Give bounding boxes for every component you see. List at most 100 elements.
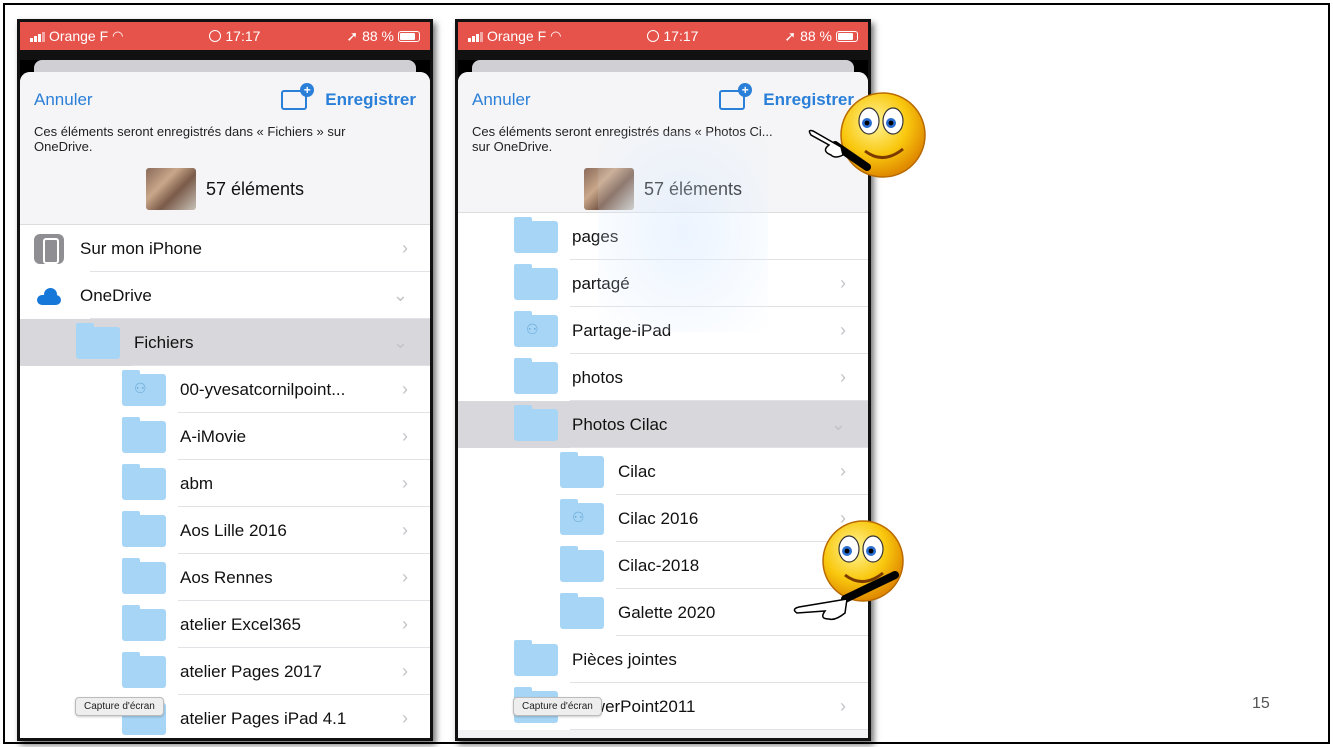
folder-label: Aos Lille 2016 <box>180 520 287 540</box>
item-summary: 57 éléments <box>34 154 416 224</box>
folder-row[interactable]: Partage-iPad › <box>458 307 868 354</box>
chevron-right-icon[interactable]: › <box>402 379 408 400</box>
folder-icon <box>514 404 558 441</box>
chevron-right-icon[interactable]: › <box>402 708 408 729</box>
chevron-right-icon[interactable]: › <box>402 614 408 635</box>
folder-label: Cilac <box>618 461 656 481</box>
folder-icon <box>122 510 166 547</box>
folder-row[interactable]: Sur mon iPhone › <box>20 225 430 272</box>
folder-row[interactable]: A-iMovie › <box>20 413 430 460</box>
location-icon: ➚ <box>346 27 359 44</box>
onedrive-cloud-icon <box>34 287 64 305</box>
chevron-right-icon[interactable]: › <box>402 661 408 682</box>
battery-label: 88 % <box>800 28 832 44</box>
chevron-down-icon[interactable]: ⌄ <box>393 285 408 306</box>
folder-row[interactable]: partagé › <box>458 260 868 307</box>
folder-icon <box>514 263 558 300</box>
folder-row[interactable]: Aos Rennes › <box>20 554 430 601</box>
folder-list: pages partagé › Partage-iPad › photos › Photos … <box>458 212 868 730</box>
chevron-right-icon[interactable]: › <box>840 461 846 482</box>
folder-icon <box>560 545 604 582</box>
folder-icon <box>76 322 120 359</box>
folder-row[interactable]: Cilac › <box>458 448 868 495</box>
folder-icon <box>122 557 166 594</box>
folder-row[interactable]: pages <box>458 213 868 260</box>
photo-thumbnail <box>583 168 634 210</box>
smiley-pointer-icon <box>808 92 926 178</box>
smiley-pointer-icon <box>793 520 904 621</box>
folder-label: partagé <box>572 273 630 293</box>
iphone-icon <box>34 233 64 264</box>
folder-row[interactable]: abm › <box>20 460 430 507</box>
folder-row[interactable]: Fichiers ⌄ <box>20 319 430 366</box>
folder-icon <box>122 651 166 688</box>
item-count: 57 éléments <box>643 178 743 199</box>
folder-label: atelier Pages iPad 4.1 <box>180 708 347 728</box>
folder-icon <box>122 604 166 641</box>
photo-thumbnail <box>145 168 196 210</box>
chevron-down-icon[interactable]: ⌄ <box>831 414 846 435</box>
signal-icon <box>468 31 483 42</box>
chevron-right-icon[interactable]: › <box>840 273 846 294</box>
folder-icon <box>514 357 558 394</box>
folder-row[interactable]: OneDrive ⌄ <box>20 272 430 319</box>
folder-row[interactable]: Aos Lille 2016 › <box>20 507 430 554</box>
status-bar: Orange F ◠ 17:17 ➚ 88 % <box>458 22 868 50</box>
status-bar: Orange F ◠ 17:17 ➚ 88 % <box>20 22 430 50</box>
left-phone-screenshot: Orange F ◠ 17:17 ➚ 88 % Annuler E <box>17 19 433 741</box>
new-folder-icon[interactable] <box>281 83 315 110</box>
folder-label: OneDrive <box>80 285 152 305</box>
slide-number: 15 <box>1252 695 1270 712</box>
shared-folder-icon <box>514 310 558 347</box>
folder-label: Partage-iPad <box>572 320 672 340</box>
chevron-right-icon[interactable]: › <box>402 567 408 588</box>
chevron-right-icon[interactable]: › <box>402 473 408 494</box>
alarm-icon <box>209 30 222 42</box>
chevron-right-icon[interactable]: › <box>402 426 408 447</box>
folder-icon <box>514 216 558 253</box>
folder-row[interactable]: 00-yvesatcornilpoint... › <box>20 366 430 413</box>
destination-description: Ces éléments seront enregistrés dans « P… <box>472 124 773 154</box>
shared-folder-icon <box>122 369 166 406</box>
battery-icon <box>398 30 420 42</box>
folder-label: atelier Excel365 <box>180 614 301 634</box>
slide: Orange F ◠ 17:17 ➚ 88 % Annuler E <box>3 3 1330 744</box>
chevron-right-icon[interactable]: › <box>840 320 846 341</box>
folder-row[interactable]: photos › <box>458 354 868 401</box>
folder-icon <box>560 451 604 488</box>
folder-row[interactable]: Pièces jointes <box>458 636 868 683</box>
folder-row[interactable]: atelier Excel365 › <box>20 601 430 648</box>
battery-label: 88 % <box>362 28 394 44</box>
battery-icon <box>836 30 858 42</box>
save-button[interactable]: Enregistrer <box>325 90 416 110</box>
carrier-label: Orange F <box>487 28 547 44</box>
alarm-icon <box>647 30 660 42</box>
chevron-right-icon[interactable]: › <box>840 367 846 388</box>
folder-row[interactable]: atelier Pages 2017 › <box>20 648 430 695</box>
shared-folder-icon <box>560 498 604 535</box>
chevron-right-icon[interactable]: › <box>402 520 408 541</box>
sheet-header: Annuler Enregistrer Ces éléments seront … <box>20 72 430 224</box>
folder-row[interactable]: Photos Cilac ⌄ <box>458 401 868 448</box>
folder-label: atelier Pages 2017 <box>180 661 322 681</box>
folder-label: Aos Rennes <box>180 567 273 587</box>
chevron-right-icon[interactable]: › <box>402 238 408 259</box>
folder-label: pages <box>572 226 619 246</box>
chevron-down-icon[interactable]: ⌄ <box>393 332 408 353</box>
new-folder-icon[interactable] <box>719 83 753 110</box>
folder-icon <box>514 639 558 676</box>
folder-label: PowerPoint2011 <box>572 696 696 716</box>
folder-label: Pièces jointes <box>572 649 677 669</box>
folder-list: Sur mon iPhone › OneDrive ⌄ Fichiers ⌄ 00-yves… <box>20 224 430 738</box>
folder-icon <box>560 592 604 629</box>
chevron-right-icon[interactable]: › <box>840 696 846 717</box>
folder-label: 00-yvesatcornilpoint... <box>180 379 346 399</box>
time-label: 17:17 <box>663 28 699 44</box>
folder-label: Sur mon iPhone <box>80 238 202 258</box>
cancel-button[interactable]: Annuler <box>34 90 93 110</box>
folder-label: Fichiers <box>134 332 194 352</box>
folder-icon <box>122 463 166 500</box>
destination-description: Ces éléments seront enregistrés dans « F… <box>34 124 346 154</box>
save-sheet: Annuler Enregistrer Ces éléments seront … <box>20 72 430 738</box>
cancel-button[interactable]: Annuler <box>472 90 531 110</box>
